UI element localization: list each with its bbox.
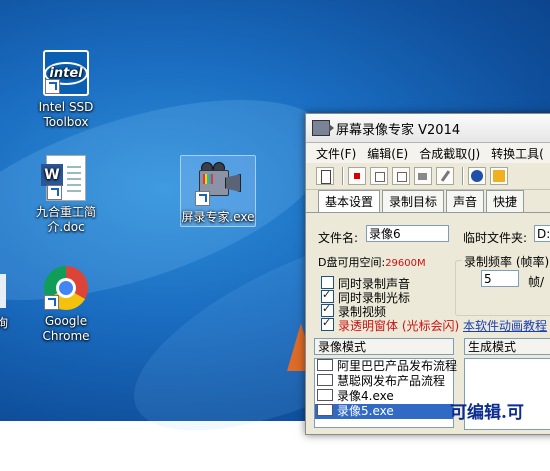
- file-icon: [317, 374, 333, 386]
- icon-label: Intel SSD: [38, 100, 94, 114]
- disk-space-value: 29600M: [385, 258, 426, 269]
- tab-sound[interactable]: 声音: [446, 190, 485, 212]
- globe-icon[interactable]: [468, 167, 486, 185]
- generate-mode-header[interactable]: 生成模式: [464, 338, 550, 355]
- toolbar-separator: [462, 167, 464, 185]
- link-text[interactable]: 本软件动画教程: [463, 319, 547, 333]
- menu-convert-tools[interactable]: 转换工具(: [491, 145, 544, 162]
- filename-input[interactable]: 录像6: [366, 225, 449, 242]
- file-name: 阿里巴巴产品发布流程: [337, 359, 458, 373]
- disk-space-label: D盘可用空间:: [318, 256, 386, 269]
- file-icon: [317, 359, 333, 371]
- desktop-icon-screen-recorder[interactable]: 屏录专家.exe: [180, 155, 256, 227]
- list-item[interactable]: 录像4.exe: [315, 389, 453, 404]
- list-item[interactable]: 慧聪网发布产品流程: [315, 374, 453, 389]
- icon-label: Google: [44, 314, 88, 328]
- pen-icon[interactable]: [436, 167, 454, 185]
- tab-shortcuts[interactable]: 快捷: [486, 190, 525, 212]
- record-icon[interactable]: [348, 167, 366, 185]
- list-item[interactable]: 录像5.exe: [315, 404, 453, 419]
- intel-icon: intel: [43, 50, 89, 96]
- tab-record-target[interactable]: 录制目标: [382, 190, 445, 212]
- list-item[interactable]: 阿里巴巴产品发布流程: [315, 359, 457, 374]
- file-name: 录像4.exe: [337, 389, 394, 403]
- file-name: 慧聪网发布产品流程: [337, 374, 446, 388]
- camera-icon[interactable]: [414, 167, 432, 185]
- menu-compose[interactable]: 合成截取(J): [419, 145, 480, 162]
- partial-icon-label: 询: [0, 316, 8, 331]
- help-tutorial-link[interactable]: 本软件动画教程: [463, 317, 547, 334]
- chrome-icon: [44, 266, 88, 310]
- settings-tabs: 基本设置 录制目标 声音 快捷: [306, 190, 550, 213]
- icon-label: 屏录专家.exe: [181, 210, 255, 224]
- desktop-icon-google-chrome[interactable]: Google Chrome: [28, 266, 104, 344]
- temp-folder-input[interactable]: D:: [534, 225, 550, 242]
- window-title: 屏幕录像专家 V2014: [336, 122, 461, 138]
- desktop-icon-doc[interactable]: W 九合重工简 介.doc: [28, 155, 104, 235]
- shortcut-arrow-icon: [44, 295, 59, 310]
- partial-desktop-icon[interactable]: [0, 274, 6, 308]
- icon-label: Toolbox: [43, 115, 89, 129]
- framerate-input[interactable]: 5: [481, 270, 519, 287]
- disk-space: D盘可用空间:29600M: [318, 254, 426, 270]
- recording-file-list: 阿里巴巴产品发布流程 慧聪网发布产品流程 录像4.exe 录像5.exe: [314, 358, 457, 428]
- app-camera-icon: [312, 120, 334, 136]
- file-icon: [317, 404, 333, 416]
- desktop-icon-intel-ssd-toolbox[interactable]: intel Intel SSD Toolbox: [28, 50, 104, 130]
- icon-label: Chrome: [42, 329, 90, 343]
- filename-label: 文件名:: [318, 231, 359, 245]
- file-icon: [317, 389, 333, 401]
- new-file-icon[interactable]: [316, 167, 334, 185]
- file-name: 录像5.exe: [337, 404, 394, 418]
- stop-icon[interactable]: [370, 167, 388, 185]
- option-label: 录透明窗体 (光标会闪): [338, 319, 460, 333]
- pause-icon[interactable]: [392, 167, 410, 185]
- shortcut-arrow-icon: [47, 185, 62, 200]
- shortcut-arrow-icon: [195, 191, 210, 206]
- icon-label: 询: [0, 316, 8, 330]
- menu-file[interactable]: 文件(F): [316, 145, 356, 162]
- word-doc-icon: W: [41, 155, 86, 201]
- preview-text: 可编辑.可: [450, 403, 524, 423]
- record-mode-header[interactable]: 录像模式: [314, 338, 454, 355]
- tab-basic-settings[interactable]: 基本设置: [318, 190, 381, 212]
- option-record-transparent[interactable]: 录透明窗体 (光标会闪): [321, 316, 460, 334]
- camera-icon: [195, 160, 241, 206]
- help-icon[interactable]: [490, 167, 508, 185]
- framerate-unit: 帧/: [528, 275, 545, 289]
- temp-folder-label: 临时文件夹:: [463, 231, 528, 245]
- window-titlebar[interactable]: 屏幕录像专家 V2014: [306, 114, 550, 143]
- toolbar: [306, 163, 550, 190]
- framerate-label: 录制频率 (帧率): [462, 253, 550, 270]
- checkbox-checked[interactable]: [321, 316, 334, 331]
- menu-edit[interactable]: 编辑(E): [367, 145, 408, 162]
- icon-label: 九合重工简: [35, 205, 96, 219]
- toolbar-separator: [342, 167, 344, 185]
- menubar: 文件(F) 编辑(E) 合成截取(J) 转换工具(: [306, 143, 550, 163]
- icon-label: 介.doc: [47, 220, 85, 234]
- shortcut-arrow-icon: [45, 79, 60, 94]
